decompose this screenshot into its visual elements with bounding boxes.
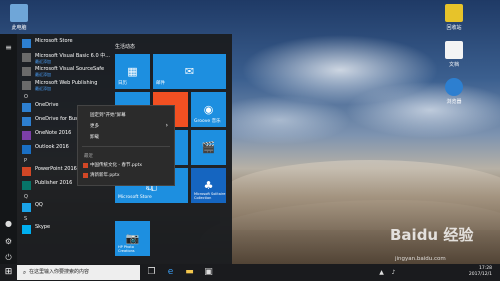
tile-mail[interactable]: ✉ 邮件 [153,54,226,89]
power-icon[interactable]: ⏻ [3,252,14,263]
clock[interactable]: 17:28 2017/12/1 [469,266,492,278]
browser-icon [445,78,463,96]
qq-icon [22,203,31,212]
desktop-icon-this-pc[interactable]: 此电脑 [2,4,36,31]
publisher-icon [22,181,31,190]
pptx-file-icon [83,173,88,178]
start-rail: ≡ ● ⚙ ⏻ [0,34,17,264]
outlook-icon [22,145,31,154]
chevron-right-icon: › [165,122,168,129]
watermark-url: jingyan.baidu.com [395,256,446,262]
app-item[interactable]: Microsoft Web Publishing 最近添加 [22,80,110,94]
onedrive-business-icon [22,117,31,126]
desktop-icon-browser[interactable]: 浏览器 [437,78,471,105]
pptx-file-icon [83,163,88,168]
tile-solitaire[interactable]: ♣ Microsoft Solitaire Collection [191,168,226,203]
recent-header: 最近 [84,154,93,159]
store-taskbar-icon[interactable]: ▣ [203,267,214,278]
sourcesafe-icon [22,67,31,76]
desktop-icon-document[interactable]: 文档 [437,41,471,68]
recent-file-item[interactable]: 清新新年.pptx [90,172,120,178]
app-item[interactable]: QQ [22,202,110,216]
hamburger-icon[interactable]: ≡ [3,42,14,53]
app-item[interactable]: Microsoft Store [22,38,110,52]
app-item[interactable]: Skype [22,224,110,238]
letter-header[interactable]: S [22,216,110,224]
tile-groove[interactable]: ◉ Groove 音乐 [191,92,226,127]
recycle-bin-icon [445,4,463,22]
store-icon [22,39,31,48]
vb-icon [22,53,31,62]
baidu-watermark: Baidu 经验 [390,226,474,244]
volume-icon[interactable]: ♪ [388,267,399,278]
context-menu: 固定到"开始"屏幕 更多 › 卸载 最近 中国传统文化 - 春节.pptx 清新… [77,105,175,186]
file-explorer-icon[interactable]: ▬ [184,267,195,278]
computer-icon [10,4,28,22]
settings-gear-icon[interactable]: ⚙ [3,236,14,247]
letter-header[interactable]: O [22,94,110,102]
user-icon[interactable]: ● [3,218,14,229]
desktop-icon-recycle-bin[interactable]: 回收站 [437,4,471,31]
skype-icon [22,225,31,234]
letter-header[interactable]: Q [22,194,110,202]
recent-file-item[interactable]: 中国传统文化 - 春节.pptx [90,162,142,168]
document-icon [445,41,463,59]
app-item[interactable]: Microsoft Visual SourceSafe 最近添加 [22,66,110,80]
network-icon[interactable]: ▲ [376,267,387,278]
search-icon: ⌕ [22,269,27,276]
onedrive-icon [22,103,31,112]
uninstall-item[interactable]: 卸载 [90,134,99,140]
edge-icon[interactable]: e [165,267,176,278]
tiles-section-title: 生活动态 [115,44,136,50]
onenote-icon [22,131,31,140]
more-item[interactable]: 更多 [90,123,99,129]
pin-to-start-item[interactable]: 固定到"开始"屏幕 [90,112,126,118]
windows-start-icon[interactable]: ⊞ [3,267,14,278]
task-view-icon[interactable]: ❐ [146,267,157,278]
search-box[interactable]: 在这里输入你要搜索的内容 [17,265,140,280]
tile-calendar[interactable]: ▦ 日历 [115,54,150,89]
tile-hp-photo[interactable]: 📷 HP Photo Creations [115,221,150,256]
web-publishing-icon [22,81,31,90]
divider [82,146,170,147]
powerpoint-icon [22,167,31,176]
app-item[interactable]: Microsoft Visual Basic 6.0 中... 最近添加 [22,52,110,66]
tile-movies[interactable]: 🎬 [191,130,226,165]
